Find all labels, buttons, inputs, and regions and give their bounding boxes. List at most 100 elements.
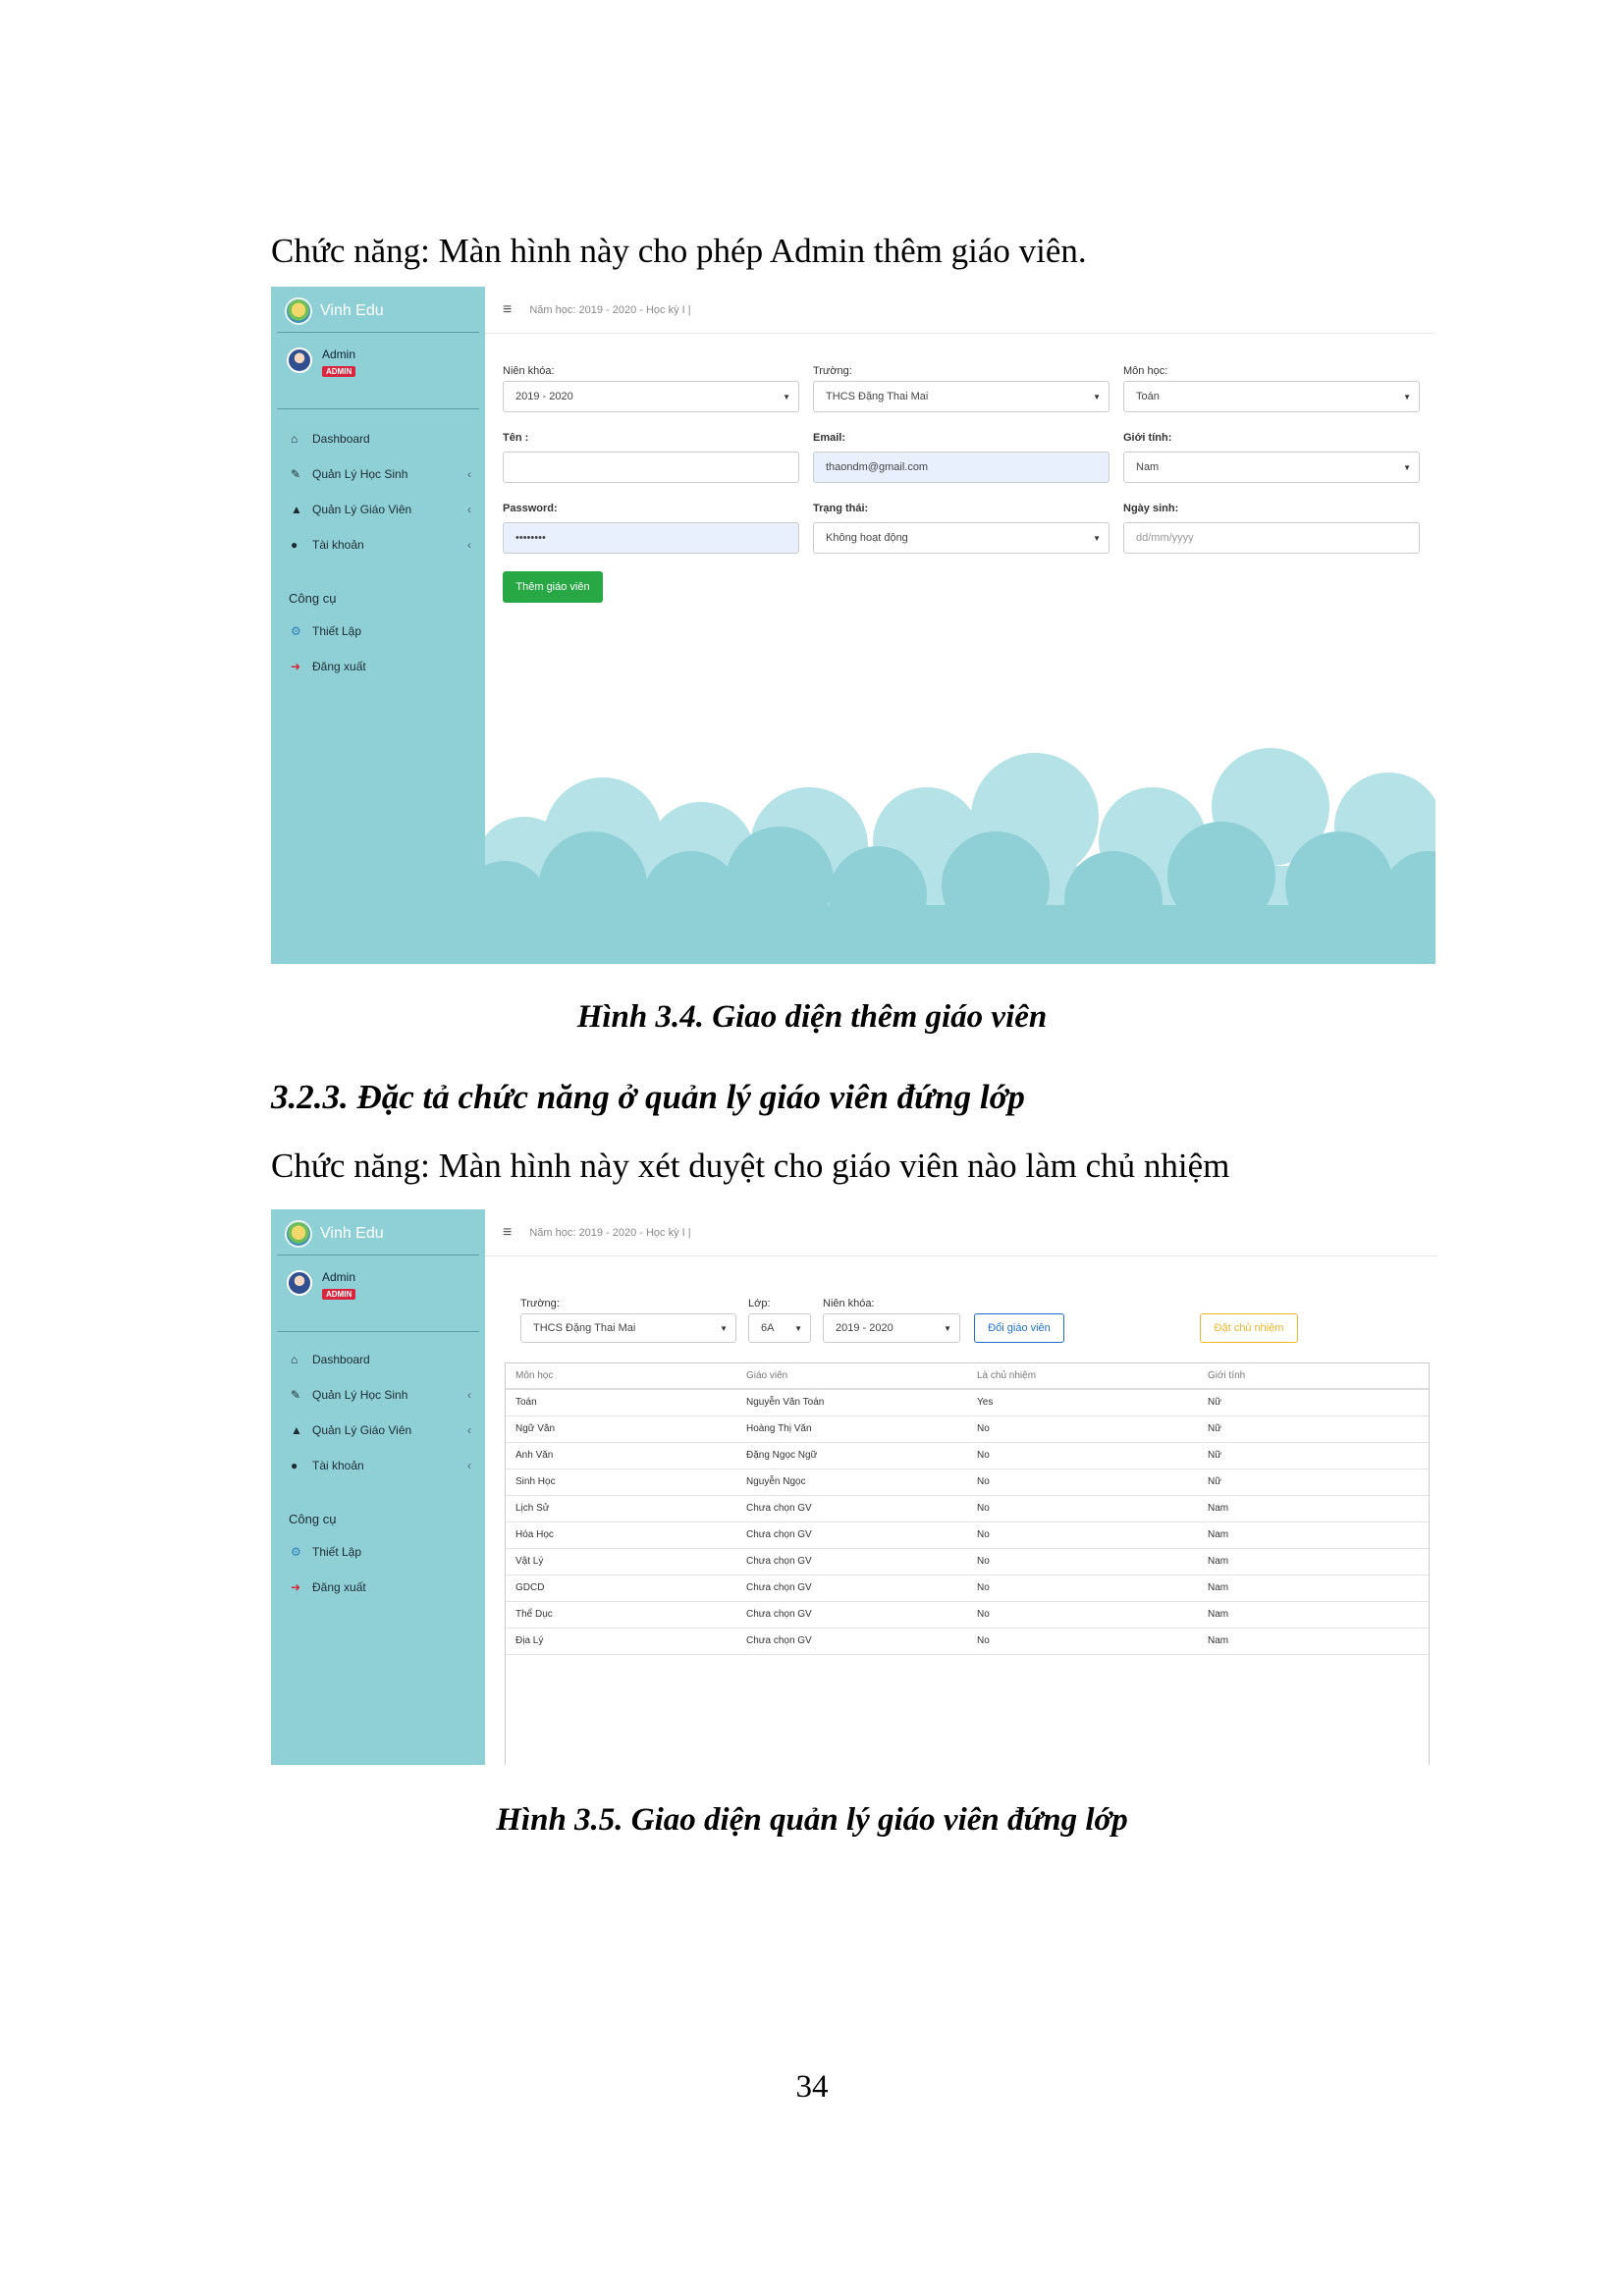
sidebar-item-label: Quản Lý Học Sinh xyxy=(312,467,408,481)
trangthai-label: Trạng thái: xyxy=(813,503,869,514)
nienkhoa-select[interactable]: 2019 - 2020 ▼ xyxy=(503,381,799,412)
sidebar-item-account[interactable]: ● Tài khoản ‹ xyxy=(291,1459,477,1472)
brand-name: Vinh Edu xyxy=(320,302,384,319)
table-row[interactable]: Ngữ Văn Hoàng Thị Văn No Nữ xyxy=(506,1415,1429,1443)
tools-section-label: Công cụ xyxy=(289,591,337,606)
truong-select[interactable]: THCS Đặng Thai Mai ▼ xyxy=(520,1313,736,1343)
table-header-row: Môn học Giáo viên Là chủ nhiệm Giới tính xyxy=(506,1363,1429,1390)
truong-value: THCS Đặng Thai Mai xyxy=(533,1322,636,1334)
cell: Toán xyxy=(506,1389,736,1416)
sidebar-item-label: Dashboard xyxy=(312,1353,370,1366)
cell: Nam xyxy=(1198,1495,1429,1522)
sidebar-item-students[interactable]: ✎ Quản Lý Học Sinh ‹ xyxy=(291,1388,477,1402)
table-row[interactable]: Thể Dục Chưa chọn GV No Nam xyxy=(506,1601,1429,1629)
sidebar-item-teachers[interactable]: ▲ Quản Lý Giáo Viên ‹ xyxy=(291,503,477,516)
brand-name: Vinh Edu xyxy=(320,1225,384,1242)
cell: No xyxy=(967,1548,1198,1575)
chevron-left-icon: ‹ xyxy=(467,538,471,552)
hamburger-icon[interactable]: ≡ xyxy=(503,301,512,319)
gears-icon: ⚙ xyxy=(291,1545,301,1559)
sidebar-item-settings[interactable]: ⚙ Thiết Lập xyxy=(291,1545,477,1559)
table-row[interactable]: Địa Lý Chưa chọn GV No Nam xyxy=(506,1628,1429,1655)
column-header[interactable]: Là chủ nhiệm xyxy=(967,1363,1198,1390)
cell: Nam xyxy=(1198,1628,1429,1655)
sidebar-item-logout[interactable]: ➜ Đăng xuất xyxy=(291,660,477,673)
school-year-text: Năm học: 2019 - 2020 - Học kỳ I | xyxy=(529,1226,691,1239)
sidebar: Vinh Edu Admin ADMIN ⌂ Dashboard ✎ Quản … xyxy=(271,1209,485,1765)
home-icon: ⌂ xyxy=(291,1353,298,1366)
add-teacher-button[interactable]: Thêm giáo viên xyxy=(503,571,603,603)
page-number: 34 xyxy=(795,2069,829,2105)
brand[interactable]: Vinh Edu xyxy=(285,296,384,326)
nienkhoa-value: 2019 - 2020 xyxy=(836,1322,893,1334)
sidebar-item-account[interactable]: ● Tài khoản ‹ xyxy=(291,538,477,552)
truong-select[interactable]: THCS Đặng Thai Mai ▼ xyxy=(813,381,1110,412)
cell: Nam xyxy=(1198,1522,1429,1549)
table-row[interactable]: Hóa Học Chưa chọn GV No Nam xyxy=(506,1522,1429,1549)
screenshot-add-teacher: Vinh Edu Admin ADMIN ⌂ Dashboard ✎ Quản … xyxy=(271,287,1435,964)
table-row[interactable]: Vật Lý Chưa chọn GV No Nam xyxy=(506,1548,1429,1575)
cell: Nữ xyxy=(1198,1415,1429,1443)
column-header[interactable]: Giới tính xyxy=(1198,1363,1429,1390)
cell: Nguyễn Ngọc xyxy=(736,1468,967,1496)
cell: Chưa chọn GV xyxy=(736,1548,967,1575)
sidebar-item-settings[interactable]: ⚙ Thiết Lập xyxy=(291,624,477,638)
email-label: Email: xyxy=(813,432,846,444)
cell: Nguyễn Văn Toán xyxy=(736,1389,967,1416)
change-teacher-button[interactable]: Đổi giáo viên xyxy=(974,1313,1064,1343)
monhoc-label: Môn học: xyxy=(1123,365,1168,377)
sidebar-item-teachers[interactable]: ▲ Quản Lý Giáo Viên ‹ xyxy=(291,1423,477,1437)
column-header[interactable]: Môn học xyxy=(506,1363,736,1390)
sidebar: Vinh Edu Admin ADMIN ⌂ Dashboard ✎ Quản … xyxy=(271,287,485,964)
sidebar-item-label: Thiết Lập xyxy=(312,624,362,638)
sidebar-item-dashboard[interactable]: ⌂ Dashboard xyxy=(291,1353,477,1366)
sidebar-item-dashboard[interactable]: ⌂ Dashboard xyxy=(291,432,477,446)
table-row[interactable]: Sinh Học Nguyễn Ngọc No Nữ xyxy=(506,1468,1429,1496)
table-row[interactable]: Toán Nguyễn Văn Toán Yes Nữ xyxy=(506,1389,1429,1416)
paragraph-intro-add-teacher: Chức năng: Màn hình này cho phép Admin t… xyxy=(271,232,1087,270)
table-row[interactable]: Anh Văn Đặng Ngọc Ngữ No Nữ xyxy=(506,1442,1429,1469)
monhoc-select[interactable]: Toán ▼ xyxy=(1123,381,1420,412)
table-row[interactable]: Lịch Sử Chưa chọn GV No Nam xyxy=(506,1495,1429,1522)
cell: Chưa chọn GV xyxy=(736,1522,967,1549)
sidebar-item-label: Quản Lý Học Sinh xyxy=(312,1388,408,1402)
column-header[interactable]: Giáo viên xyxy=(736,1363,967,1390)
sidebar-divider xyxy=(277,408,479,409)
set-homeroom-button[interactable]: Đặt chủ nhiệm xyxy=(1200,1313,1298,1343)
sidebar-item-logout[interactable]: ➜ Đăng xuất xyxy=(291,1580,477,1594)
ten-input[interactable] xyxy=(503,452,799,483)
admin-badge: ADMIN xyxy=(322,366,356,377)
trangthai-select[interactable]: Không hoạt động ▼ xyxy=(813,522,1110,554)
sidebar-item-students[interactable]: ✎ Quản Lý Học Sinh ‹ xyxy=(291,467,477,481)
figure-caption-3-5: Hình 3.5. Giao diện quản lý giáo viên đứ… xyxy=(496,1802,1128,1838)
paragraph-intro-homeroom: Chức năng: Màn hình này xét duyệt cho gi… xyxy=(271,1147,1230,1185)
cell: Lịch Sử xyxy=(506,1495,736,1522)
avatar xyxy=(287,1270,312,1296)
lop-select[interactable]: 6A ▼ xyxy=(748,1313,811,1343)
nienkhoa-label: Niên khóa: xyxy=(823,1298,875,1309)
sidebar-item-label: Đăng xuất xyxy=(312,660,366,673)
sidebar-divider xyxy=(277,1331,479,1332)
brand[interactable]: Vinh Edu xyxy=(285,1219,384,1249)
nienkhoa-label: Niên khóa: xyxy=(503,365,555,377)
email-field[interactable]: thaondm@gmail.com xyxy=(813,452,1110,483)
ngaysinh-placeholder: dd/mm/yyyy xyxy=(1136,532,1194,544)
cell: Chưa chọn GV xyxy=(736,1601,967,1629)
edit-icon: ✎ xyxy=(291,467,301,481)
hamburger-icon[interactable]: ≡ xyxy=(503,1224,512,1242)
chevron-left-icon: ‹ xyxy=(467,1423,471,1437)
dropdown-arrow-icon: ▼ xyxy=(1403,392,1411,401)
cell: No xyxy=(967,1495,1198,1522)
cell: Yes xyxy=(967,1389,1198,1416)
cell: No xyxy=(967,1415,1198,1443)
nienkhoa-select[interactable]: 2019 - 2020 ▼ xyxy=(823,1313,960,1343)
cell: Hoàng Thị Văn xyxy=(736,1415,967,1443)
password-value: •••••••• xyxy=(515,532,546,544)
cell: Nữ xyxy=(1198,1468,1429,1496)
password-field[interactable]: •••••••• xyxy=(503,522,799,554)
sidebar-item-label: Thiết Lập xyxy=(312,1545,362,1559)
table-row[interactable]: GDCD Chưa chọn GV No Nam xyxy=(506,1575,1429,1602)
clouds-decoration xyxy=(485,748,1435,964)
gioitinh-select[interactable]: Nam ▼ xyxy=(1123,452,1420,483)
ngaysinh-field[interactable]: dd/mm/yyyy xyxy=(1123,522,1420,554)
